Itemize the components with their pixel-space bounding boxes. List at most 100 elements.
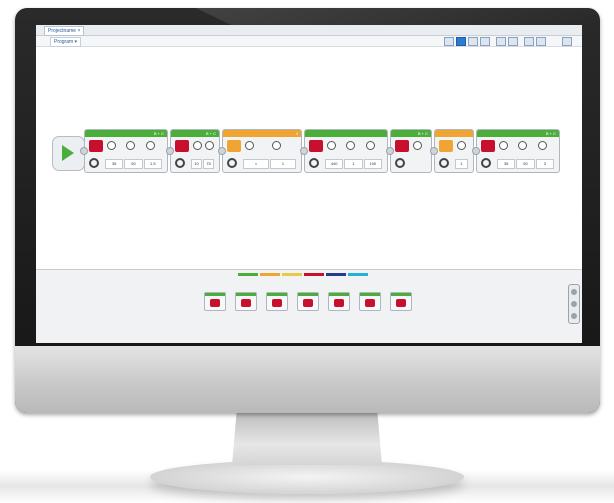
redo-button[interactable] [536,37,546,46]
mode-selector-icon[interactable] [89,158,99,168]
parameter-value[interactable]: < [243,159,269,169]
parameter-value[interactable]: 35 [105,159,124,169]
palette-block-sound[interactable] [359,292,381,311]
palette-block-move-tank[interactable] [297,292,319,311]
sound-block[interactable]: 440 1 100 [304,129,388,173]
parameter-icon [365,141,375,150]
zoom-out-button[interactable] [496,37,506,46]
move-tank-icon [303,299,313,307]
palette-block-display[interactable] [328,292,350,311]
move-tank-block[interactable]: B + C 10 75 [170,129,220,173]
parameter-value[interactable]: 1 [344,159,363,169]
palette-tab-flow[interactable] [260,273,280,276]
parameter-value[interactable]: 100 [363,159,382,169]
download-button[interactable] [562,37,572,46]
move-steering-3-block[interactable]: B + C 35 50 3 [476,129,560,173]
mode-selector-icon[interactable] [227,158,237,168]
move-steering-block[interactable]: B + C 35 50 1.5 [84,129,168,173]
play-icon [62,145,74,161]
parameter-icon [499,141,508,150]
port-selector[interactable]: B + C [154,130,164,137]
undo-button[interactable] [524,37,534,46]
palette-block-large-motor[interactable] [235,292,257,311]
toolbar-button[interactable] [444,37,454,46]
move-steering-icon [272,299,282,307]
parameter-icon [126,141,136,150]
comment-tool-button[interactable] [480,37,490,46]
parameter-icon [413,141,422,150]
palette-block-header [298,293,318,296]
parameter-icon [145,141,155,150]
palette-tab-sensor[interactable] [282,273,302,276]
sequence-plug [80,147,88,155]
sequence-plug [472,147,480,155]
palette-block-header [236,293,256,296]
parameter-value[interactable]: 50 [516,159,535,169]
application-screen: Projectname × Program ▾ B + C 35 50 1.5 B + … [36,25,582,343]
parameter-value[interactable]: 440 [325,159,344,169]
block-header: B + C [171,130,219,137]
port-selector[interactable]: B + C [418,130,428,137]
palette-block-move-steering[interactable] [266,292,288,311]
parameter-value[interactable]: 35 [497,159,516,169]
palette-block-medium-motor[interactable] [204,292,226,311]
block-header: 4 [223,130,301,137]
mode-selector-icon[interactable] [175,158,185,168]
mode-selector-icon[interactable] [481,158,491,168]
mode-selector-icon[interactable] [395,158,405,168]
parameter-value[interactable]: 1 [455,159,468,169]
programming-palette [36,269,582,343]
parameter-value[interactable]: 3 [535,159,554,169]
dot-icon [571,289,577,295]
palette-block-header [205,293,225,296]
hourglass-icon [227,140,241,152]
zoom-in-button[interactable] [508,37,518,46]
sequence-plug [386,147,394,155]
palette-tab-action[interactable] [238,273,258,276]
palette-block-header [391,293,411,296]
palette-tab-data[interactable] [304,273,324,276]
parameter-icon [107,141,116,150]
dot-icon [571,301,577,307]
block-header [435,130,473,137]
block-header: B + C [85,130,167,137]
mode-selector-icon[interactable] [439,158,449,168]
brick-status-light-icon [396,299,406,307]
program-toolbar: Program ▾ [36,36,582,47]
motor-pair-icon [89,140,103,152]
motor-pair-icon [481,140,495,152]
port-selector[interactable]: B + C [206,130,216,137]
wait-2-block[interactable]: 1 [434,129,474,173]
programming-canvas[interactable]: B + C 35 50 1.5 B + C 10 75 4 <1 440 1 100 B + C1B +… [36,47,582,269]
wait-block[interactable]: 4 <1 [222,129,302,173]
palette-tab-myblocks[interactable] [348,273,368,276]
monitor-chin [15,346,600,413]
hardware-page-toggle[interactable] [568,284,580,324]
monitor-stand-neck [232,413,382,465]
sequence-plug [300,147,308,155]
monitor-stand-base [150,460,464,494]
parameter-icon [346,141,356,150]
palette-block-brick-status-light[interactable] [390,292,412,311]
parameter-value[interactable]: 1.5 [143,159,162,169]
project-tab[interactable]: Projectname × [44,26,85,36]
palette-tab-advanced[interactable] [326,273,346,276]
dot-icon [571,313,577,319]
sequence-plug [166,147,174,155]
large-motor-icon [241,299,251,307]
parameter-value[interactable]: 50 [124,159,143,169]
block-header: B + C [477,130,559,137]
port-selector[interactable]: B + C [546,130,556,137]
port-selector[interactable]: 4 [296,130,298,137]
motor-pair-icon [175,140,189,152]
parameter-value[interactable]: 75 [203,159,214,169]
parameter-icon [193,141,202,150]
program-tab[interactable]: Program ▾ [50,37,82,47]
pan-tool-button[interactable] [468,37,478,46]
parameter-value[interactable]: 1 [270,159,296,169]
move-steering-2-block[interactable]: B + C [390,129,432,173]
parameter-value[interactable]: 10 [191,159,202,169]
block-header: B + C [391,130,431,137]
mode-selector-icon[interactable] [309,158,319,168]
select-tool-button[interactable] [456,37,466,46]
